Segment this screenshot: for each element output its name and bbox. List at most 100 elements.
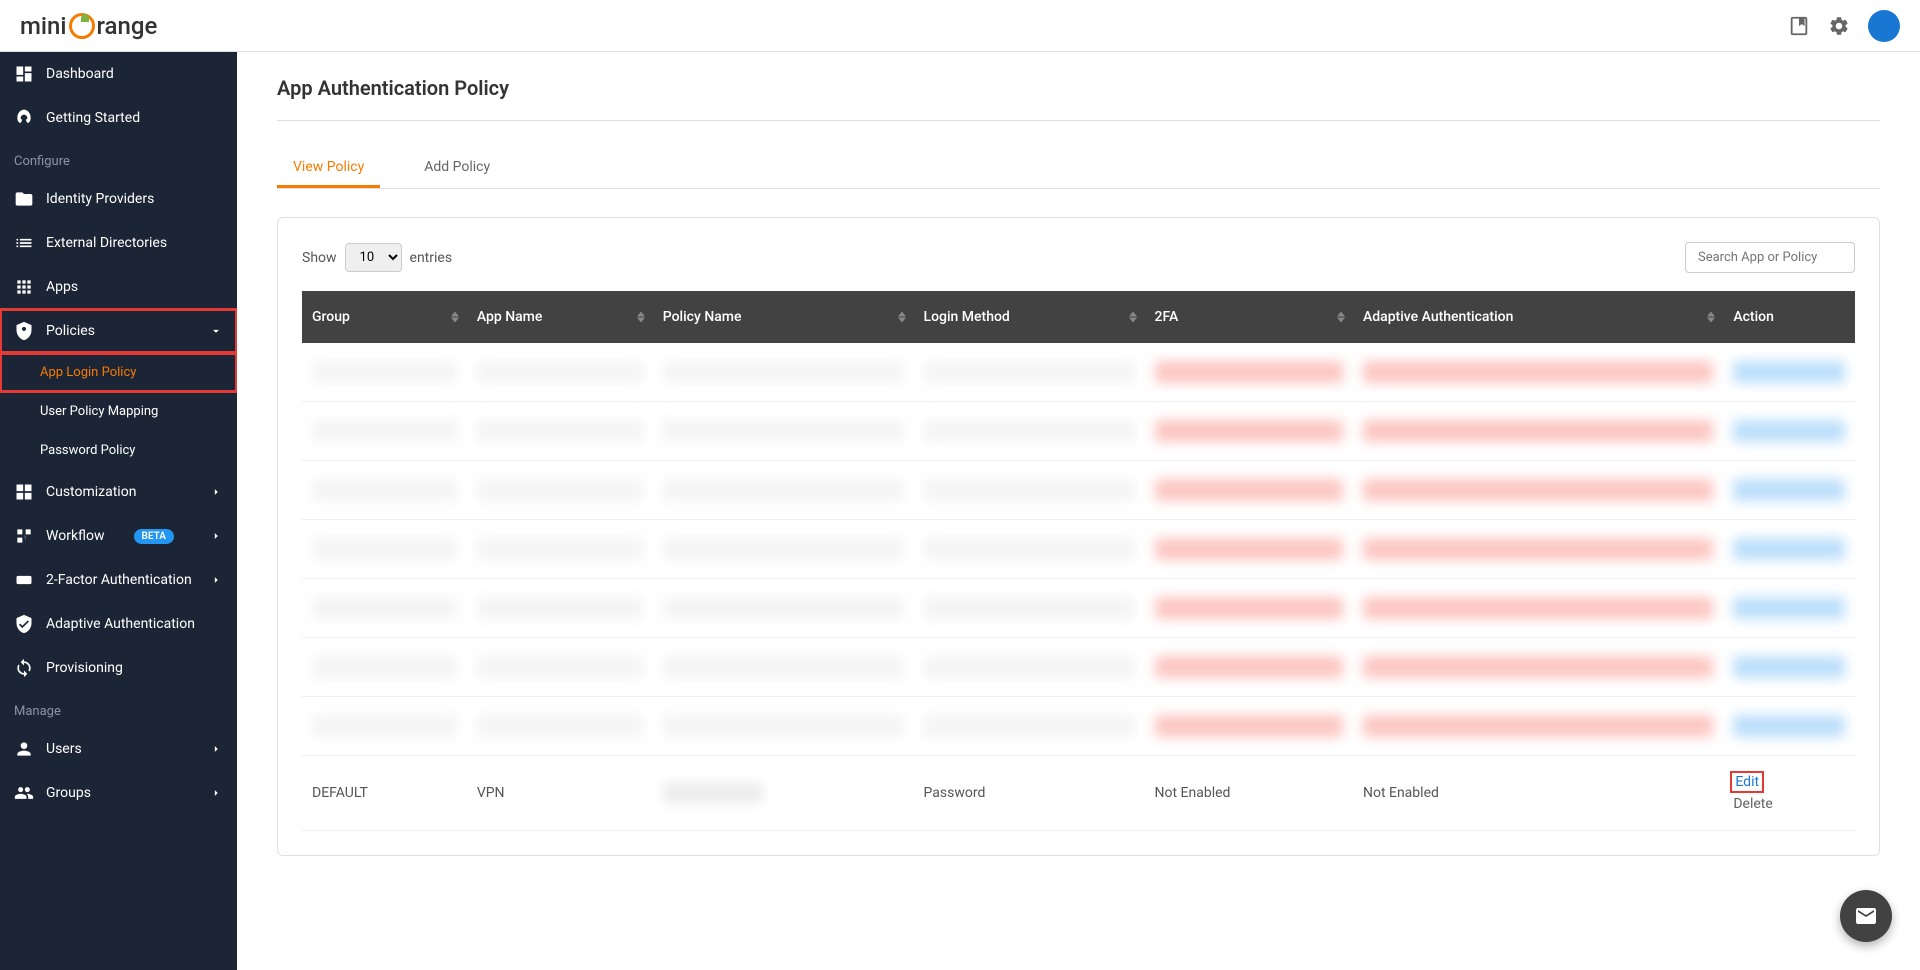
cell-policy-name — [653, 756, 914, 831]
tab-add-policy[interactable]: Add Policy — [408, 149, 506, 188]
sidebar-item-label: Adaptive Authentication — [46, 616, 195, 632]
sidebar-item-getting-started[interactable]: Getting Started — [0, 96, 237, 140]
sidebar-item-label: Getting Started — [46, 110, 140, 126]
col-2fa[interactable]: 2FA — [1145, 291, 1353, 343]
idp-icon — [14, 189, 34, 209]
sidebar-item-label: Dashboard — [46, 66, 114, 82]
sidebar-section-manage: Manage — [0, 690, 237, 727]
table-row — [302, 697, 1855, 756]
table-row — [302, 461, 1855, 520]
beta-badge: BETA — [134, 529, 174, 544]
sidebar-item-identity-providers[interactable]: Identity Providers — [0, 177, 237, 221]
delete-link[interactable]: Delete — [1733, 796, 1845, 812]
cell-login-method: Password — [914, 756, 1145, 831]
logo: minirange — [20, 12, 157, 40]
table-row: DEFAULT VPN Password Not Enabled Not Ena… — [302, 756, 1855, 831]
2fa-icon — [14, 570, 34, 590]
sidebar-item-external-directories[interactable]: External Directories — [0, 221, 237, 265]
tab-view-policy[interactable]: View Policy — [277, 149, 380, 188]
chevron-right-icon — [209, 573, 223, 587]
show-entries: Show 10 entries — [302, 243, 452, 272]
col-login-method[interactable]: Login Method — [914, 291, 1145, 343]
sync-icon — [14, 658, 34, 678]
cell-action: Edit Delete — [1723, 756, 1855, 831]
page-title: App Authentication Policy — [277, 76, 1880, 100]
sidebar-item-label: Apps — [46, 279, 78, 295]
sidebar-item-adaptive-auth[interactable]: Adaptive Authentication — [0, 602, 237, 646]
gear-icon[interactable] — [1828, 15, 1850, 37]
chevron-right-icon — [209, 485, 223, 499]
sidebar-item-2fa[interactable]: 2-Factor Authentication — [0, 558, 237, 602]
table-row — [302, 402, 1855, 461]
sidebar-item-label: App Login Policy — [40, 365, 136, 380]
chevron-down-icon — [209, 324, 223, 338]
chevron-right-icon — [209, 786, 223, 800]
table-row — [302, 520, 1855, 579]
header-actions — [1788, 10, 1900, 42]
table-row — [302, 343, 1855, 402]
cell-app-name: VPN — [467, 756, 653, 831]
rocket-icon — [14, 108, 34, 128]
message-fab[interactable] — [1840, 890, 1892, 942]
policy-table-card: Show 10 entries Group App Name Policy Na… — [277, 217, 1880, 856]
policy-table: Group App Name Policy Name Login Method … — [302, 291, 1855, 831]
groups-icon — [14, 783, 34, 803]
show-label: Show — [302, 250, 337, 266]
sidebar-item-users[interactable]: Users — [0, 727, 237, 771]
sidebar: Dashboard Getting Started Configure Iden… — [0, 52, 237, 970]
edit-link[interactable]: Edit — [1733, 774, 1761, 790]
table-controls: Show 10 entries — [302, 242, 1855, 273]
sidebar-item-label: 2-Factor Authentication — [46, 572, 192, 588]
mail-icon — [1854, 904, 1878, 928]
sidebar-item-label: User Policy Mapping — [40, 404, 158, 419]
sidebar-item-label: Customization — [46, 484, 136, 500]
avatar[interactable] — [1868, 10, 1900, 42]
workflow-icon — [14, 526, 34, 546]
dashboard-icon — [14, 64, 34, 84]
col-action: Action — [1723, 291, 1855, 343]
sidebar-item-label: Policies — [46, 323, 95, 339]
sidebar-item-workflow[interactable]: Workflow BETA — [0, 514, 237, 558]
sidebar-item-user-policy-mapping[interactable]: User Policy Mapping — [0, 392, 237, 431]
sidebar-item-label: Provisioning — [46, 660, 123, 676]
sidebar-item-label: Workflow — [46, 528, 105, 544]
sidebar-section-configure: Configure — [0, 140, 237, 177]
cell-adaptive: Not Enabled — [1353, 756, 1723, 831]
col-app-name[interactable]: App Name — [467, 291, 653, 343]
sidebar-item-label: Groups — [46, 785, 91, 801]
table-row — [302, 638, 1855, 697]
sidebar-item-label: Password Policy — [40, 443, 135, 458]
sidebar-item-groups[interactable]: Groups — [0, 771, 237, 815]
header: minirange — [0, 0, 1920, 52]
sidebar-item-label: Users — [46, 741, 82, 757]
tabs: View Policy Add Policy — [277, 149, 1880, 189]
table-row — [302, 579, 1855, 638]
sidebar-item-app-login-policy[interactable]: App Login Policy — [0, 353, 237, 392]
cell-group: DEFAULT — [302, 756, 467, 831]
cell-2fa: Not Enabled — [1145, 756, 1353, 831]
sidebar-item-customization[interactable]: Customization — [0, 470, 237, 514]
sidebar-item-provisioning[interactable]: Provisioning — [0, 646, 237, 690]
sidebar-item-password-policy[interactable]: Password Policy — [0, 431, 237, 470]
user-icon — [14, 739, 34, 759]
apps-icon — [14, 277, 34, 297]
col-policy-name[interactable]: Policy Name — [653, 291, 914, 343]
sidebar-item-dashboard[interactable]: Dashboard — [0, 52, 237, 96]
sidebar-item-label: External Directories — [46, 235, 167, 251]
shield-icon — [14, 321, 34, 341]
book-icon[interactable] — [1788, 15, 1810, 37]
chevron-right-icon — [209, 742, 223, 756]
sidebar-item-policies[interactable]: Policies — [0, 309, 237, 353]
adaptive-icon — [14, 614, 34, 634]
chevron-right-icon — [209, 529, 223, 543]
search-input[interactable] — [1685, 242, 1855, 273]
list-icon — [14, 233, 34, 253]
col-group[interactable]: Group — [302, 291, 467, 343]
col-adaptive[interactable]: Adaptive Authentication — [1353, 291, 1723, 343]
sidebar-item-apps[interactable]: Apps — [0, 265, 237, 309]
entries-select[interactable]: 10 — [345, 243, 402, 272]
sidebar-item-label: Identity Providers — [46, 191, 154, 207]
content: App Authentication Policy View Policy Ad… — [237, 52, 1920, 970]
entries-label: entries — [410, 250, 453, 266]
divider — [277, 120, 1880, 121]
